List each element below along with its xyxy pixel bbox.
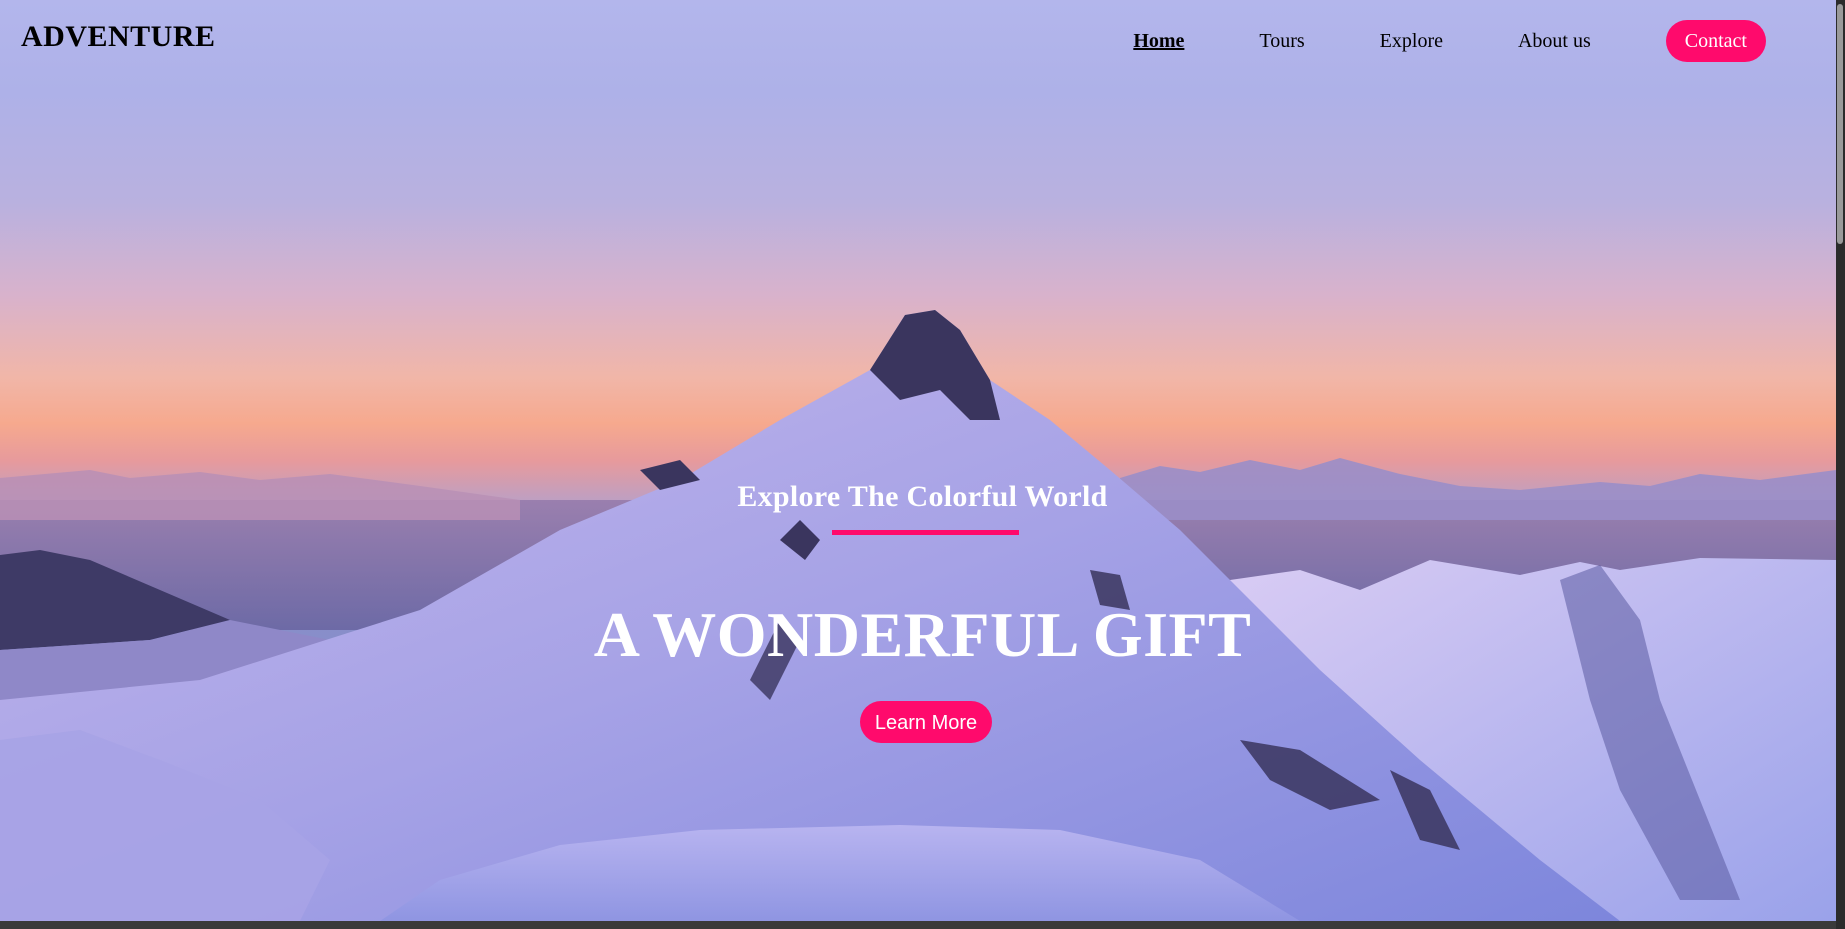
hero-background-image: [0, 0, 1836, 921]
nav-item-home[interactable]: Home: [1133, 20, 1184, 62]
hero-headline: A WONDERFUL GIFT: [593, 599, 1252, 670]
page-viewport: ADVENTURE Home Tours Explore About us Co…: [0, 0, 1836, 921]
vertical-scrollbar[interactable]: [1836, 0, 1845, 929]
learn-more-button[interactable]: Learn More: [860, 701, 992, 743]
scrollbar-thumb[interactable]: [1837, 4, 1843, 244]
tagline-underline-divider: [832, 530, 1019, 535]
nav-item-tours[interactable]: Tours: [1259, 20, 1304, 62]
nav-item-explore[interactable]: Explore: [1380, 20, 1443, 62]
site-logo[interactable]: ADVENTURE: [21, 20, 216, 54]
window-bottom-edge: [0, 921, 1836, 929]
contact-button[interactable]: Contact: [1665, 20, 1766, 62]
hero-tagline: Explore The Colorful World: [737, 480, 1108, 513]
main-navigation: Home Tours Explore About us Contact: [1058, 20, 1766, 62]
nav-item-about-us[interactable]: About us: [1518, 20, 1591, 62]
mountain-landscape: [0, 310, 1836, 921]
